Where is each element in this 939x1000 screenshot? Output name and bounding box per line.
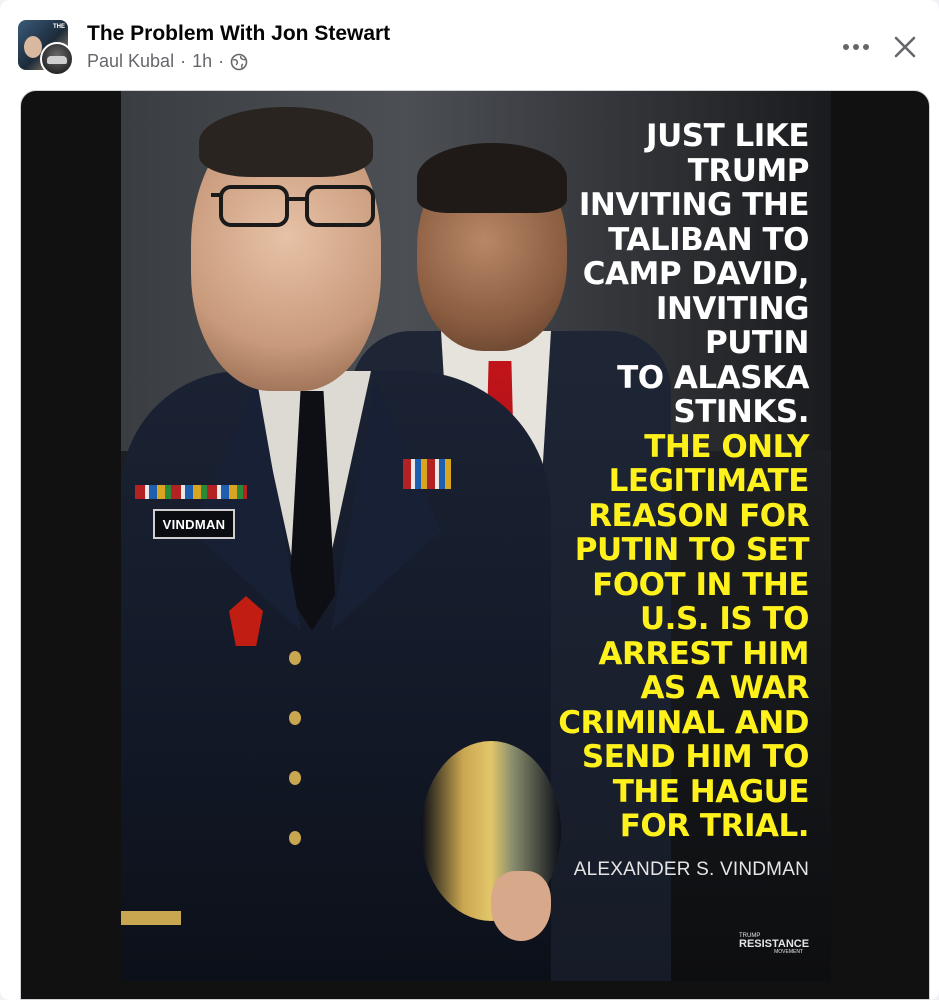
quote-line-highlight: AS A WAR — [640, 670, 809, 706]
close-icon[interactable] — [890, 32, 920, 62]
quote-line: TRUMP — [687, 152, 810, 189]
glasses-icon — [211, 185, 375, 227]
quote-line-highlight: FOOT IN THE — [592, 566, 809, 603]
globe-icon[interactable] — [230, 53, 248, 71]
quote-line-highlight: PUTIN TO SET — [574, 532, 810, 568]
avatar-group[interactable]: THE — [18, 20, 76, 78]
more-horizontal-icon[interactable] — [840, 34, 872, 60]
post-header: THE The Problem With Jon Stewart Paul Ku… — [0, 0, 939, 88]
quote-line: JUST LIKE — [646, 118, 809, 154]
post-image[interactable]: VINDMAN JUST LIKE TRUMP INVITING THE TAL… — [20, 90, 930, 1000]
quote-text: JUST LIKE TRUMP INVITING THE TALIBAN TO … — [479, 119, 809, 844]
post-timestamp[interactable]: 1h — [192, 51, 212, 72]
author-avatar[interactable] — [40, 42, 74, 76]
quote-line-highlight: THE ONLY — [644, 428, 809, 465]
meme-poster: VINDMAN JUST LIKE TRUMP INVITING THE TAL… — [121, 91, 831, 981]
meta-separator: · — [218, 51, 225, 71]
uniform-button — [289, 831, 301, 845]
quote-line-highlight: ARREST HIM — [598, 635, 809, 672]
meta-separator: · — [180, 51, 187, 71]
quote-line-highlight: LEGITIMATE — [608, 463, 810, 499]
quote-line: CAMP DAVID, — [582, 256, 810, 292]
feed-post: THE The Problem With Jon Stewart Paul Ku… — [0, 0, 939, 1000]
quote-line: TO ALASKA — [617, 359, 809, 396]
quote-line: PUTIN — [704, 325, 810, 361]
ribbon-rack-right — [403, 459, 451, 489]
page-name-link[interactable]: The Problem With Jon Stewart — [87, 22, 390, 46]
quote-line: INVITING THE — [578, 187, 810, 223]
quote-line-highlight: REASON FOR — [588, 497, 809, 534]
officer-hair — [199, 107, 373, 177]
quote-line: TALIBAN TO — [608, 221, 809, 258]
name-tag: VINDMAN — [153, 509, 235, 539]
quote-line-highlight: U.S. IS TO — [640, 601, 810, 637]
quote-attribution: ALEXANDER S. VINDMAN — [573, 859, 809, 880]
quote-line-highlight: THE HAGUE — [612, 773, 810, 810]
officer-hand — [491, 871, 551, 941]
quote-line: INVITING — [655, 290, 810, 327]
quote-line-highlight: CRIMINAL AND — [558, 704, 809, 741]
author-name-link[interactable]: Paul Kubal — [87, 51, 174, 72]
quote-line: STINKS. — [673, 394, 809, 430]
quote-line-highlight: SEND HIM TO — [581, 739, 810, 775]
uniform-button — [289, 711, 301, 725]
sleeve-stripe — [121, 911, 181, 925]
uniform-button — [289, 771, 301, 785]
uniform-button — [289, 651, 301, 665]
watermark-bottom: MOVEMENT — [774, 949, 803, 955]
quote-line-highlight: FOR TRIAL. — [619, 808, 810, 844]
post-meta: Paul Kubal · 1h · — [87, 51, 248, 72]
watermark-logo: TRUMP RESISTANCE MOVEMENT — [739, 933, 809, 955]
ribbon-rack — [135, 485, 247, 499]
